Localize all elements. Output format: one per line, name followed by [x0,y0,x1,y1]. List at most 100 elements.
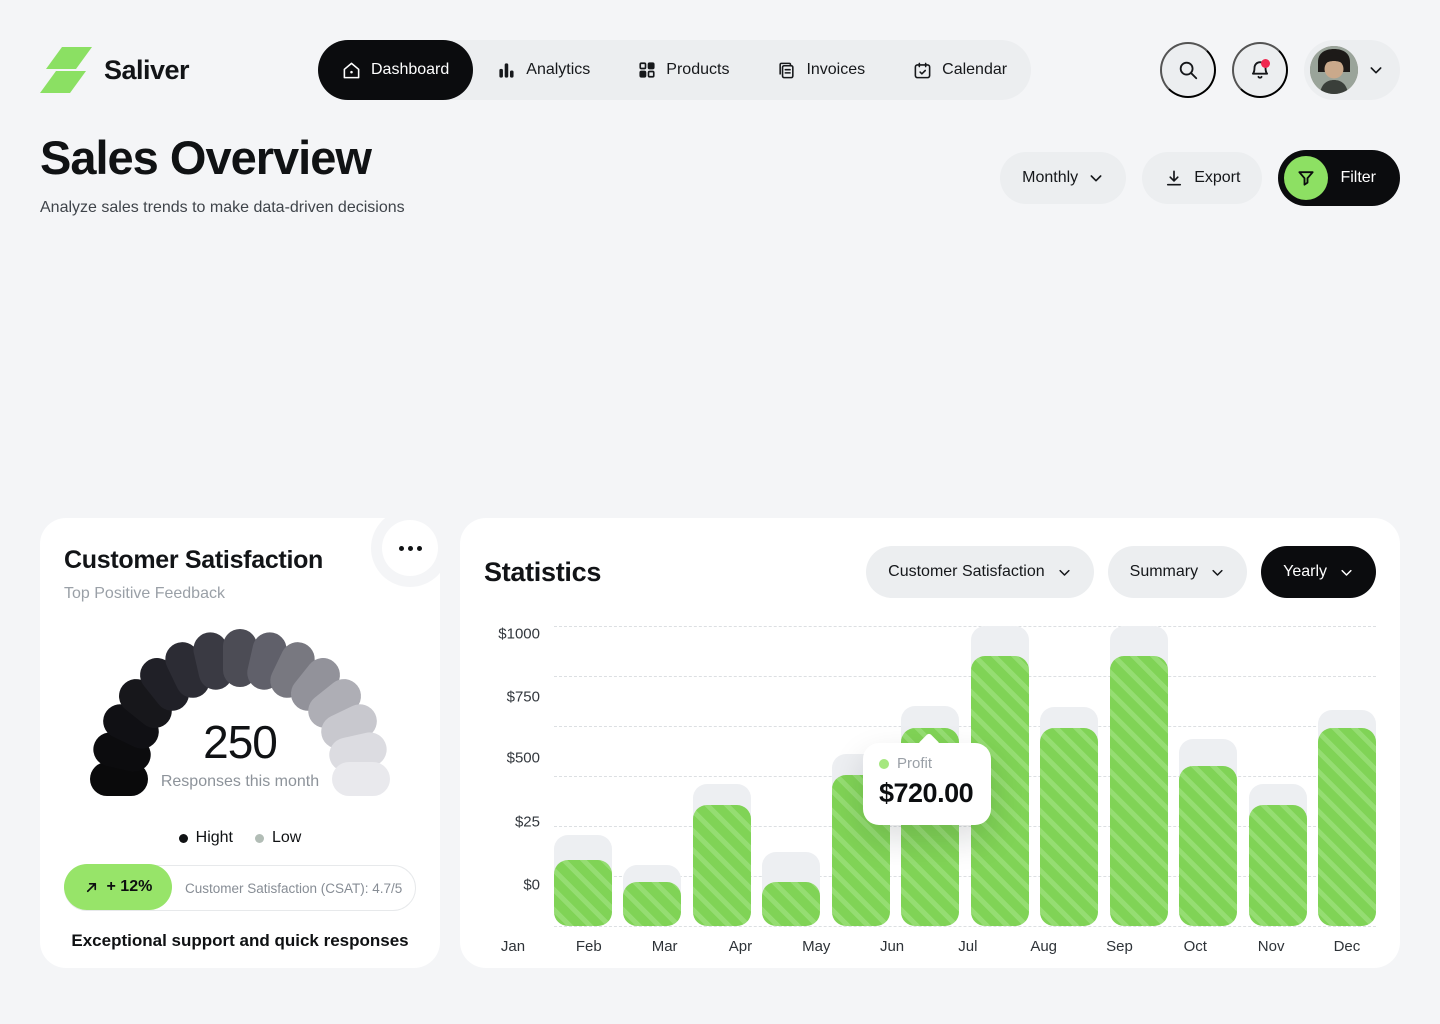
filter-button[interactable]: Filter [1278,150,1400,206]
card-menu-button[interactable] [382,520,438,576]
search-icon [1177,59,1199,81]
gridline [554,676,1376,677]
bar-chart: $1000 $750 $500 $25 $0 Profit $720.00 [484,626,1376,926]
period-dropdown[interactable]: Monthly [1000,152,1126,204]
bar-apr[interactable] [762,882,820,926]
x-tick-label: Jul [939,938,997,955]
gauge-legend: Hight Low [64,829,416,847]
x-tick-label: Mar [636,938,694,955]
y-tick-label: $1000 [498,626,540,643]
bar-mar[interactable] [693,805,751,926]
nav-item-products[interactable]: Products [614,40,753,100]
bar-dec[interactable] [1318,728,1376,926]
legend-label: Hight [196,829,233,847]
bar-sep[interactable] [1110,656,1168,926]
range-dropdown-label: Yearly [1283,563,1327,581]
invoice-icon [777,61,796,80]
satisfaction-subtitle: Top Positive Feedback [64,585,416,603]
header-actions: Monthly Export Filter [1000,150,1400,206]
nav-item-calendar[interactable]: Calendar [889,40,1031,100]
nav-label: Invoices [806,61,865,79]
bar-feb[interactable] [623,882,681,926]
nav-item-invoices[interactable]: Invoices [753,40,889,100]
legend-item-hight[interactable]: Hight [179,829,233,847]
x-tick-label: Oct [1166,938,1224,955]
tooltip-label: Profit [879,755,977,772]
nav-item-dashboard[interactable]: Dashboard [318,40,473,100]
csat-detail: Customer Satisfaction (CSAT): 4.7/5 [172,881,415,896]
export-button-label: Export [1194,169,1240,187]
legend-dot-low [255,834,264,843]
user-menu[interactable] [1304,40,1400,100]
page-title: Sales Overview [40,130,405,185]
chart-tooltip: Profit $720.00 [863,743,991,825]
customer-satisfaction-card: Customer Satisfaction Top Positive Feedb… [40,518,440,968]
bar-aug[interactable] [1040,728,1098,926]
grid-icon [638,61,656,79]
bar-jan[interactable] [554,860,612,926]
y-tick-label: $25 [515,814,540,831]
period-dropdown-label: Monthly [1022,169,1078,187]
y-tick-label: $0 [523,877,540,894]
metric-dropdown[interactable]: Customer Satisfaction [866,546,1094,598]
y-tick-label: $750 [507,689,540,706]
top-right-actions [1160,40,1400,100]
x-tick-label: Jan [484,938,542,955]
statistics-filters: Customer Satisfaction Summary Yearly [866,546,1376,598]
satisfaction-title: Customer Satisfaction [64,546,416,575]
gridline [554,626,1376,627]
chart-y-axis: $1000 $750 $500 $25 $0 [484,626,554,926]
nav-item-analytics[interactable]: Analytics [473,40,614,100]
bar-oct[interactable] [1179,766,1237,926]
chart-x-axis: Jan Feb Mar Apr May Jun Jul Aug Sep Oct Nov Dec [484,938,1376,955]
brand-name: Saliver [104,55,189,86]
search-button[interactable] [1160,42,1216,98]
download-icon [1164,168,1184,188]
x-tick-label: Jun [863,938,921,955]
metric-dropdown-label: Customer Satisfaction [888,563,1045,581]
notification-dot [1261,59,1270,68]
arrow-up-right-icon [84,880,99,895]
nav-label: Dashboard [371,61,449,79]
home-icon [342,61,361,80]
legend-item-low[interactable]: Low [255,829,301,847]
satisfaction-footnote: Exceptional support and quick responses [64,931,416,951]
x-tick-label: Dec [1318,938,1376,955]
chevron-down-icon [1057,565,1072,580]
filter-icon-circle [1284,156,1328,200]
x-tick-label: Aug [1015,938,1073,955]
x-tick-label: Sep [1091,938,1149,955]
y-tick-label: $500 [507,750,540,767]
notifications-button[interactable] [1232,42,1288,98]
brand: Saliver [40,45,189,95]
statistics-title: Statistics [484,557,601,588]
x-tick-label: Nov [1242,938,1300,955]
satisfaction-gauge-wrap: 250 Responses this month [80,619,400,815]
gauge-center: 250 Responses this month [80,715,400,791]
gauge-caption: Responses this month [80,773,400,791]
x-tick-label: Feb [560,938,618,955]
range-dropdown[interactable]: Yearly [1261,546,1376,598]
statistics-header: Statistics Customer Satisfaction Summary… [484,546,1376,598]
chevron-down-icon [1339,565,1354,580]
export-button[interactable]: Export [1142,152,1262,204]
summary-dropdown-label: Summary [1130,563,1198,581]
filter-icon [1296,168,1316,188]
top-bar: Saliver Dashboard Analytics Products [40,40,1400,100]
bar-nov[interactable] [1249,805,1307,926]
x-tick-label: May [787,938,845,955]
page-subtitle: Analyze sales trends to make data-driven… [40,199,405,217]
bar-chart-icon [497,61,516,80]
csat-change-value: + 12% [107,878,153,896]
gauge-value: 250 [80,715,400,769]
legend-label: Low [272,829,301,847]
csat-change-badge: + 12% [64,864,173,910]
calendar-icon [913,61,932,80]
page-header: Sales Overview Analyze sales trends to m… [40,130,405,217]
csat-badge-row: + 12% Customer Satisfaction (CSAT): 4.7/… [64,865,416,911]
summary-dropdown[interactable]: Summary [1108,546,1247,598]
cards-row: Customer Satisfaction Top Positive Feedb… [40,518,1400,968]
statistics-card: Statistics Customer Satisfaction Summary… [460,518,1400,968]
tooltip-series-name: Profit [897,755,932,772]
x-tick-label: Apr [711,938,769,955]
